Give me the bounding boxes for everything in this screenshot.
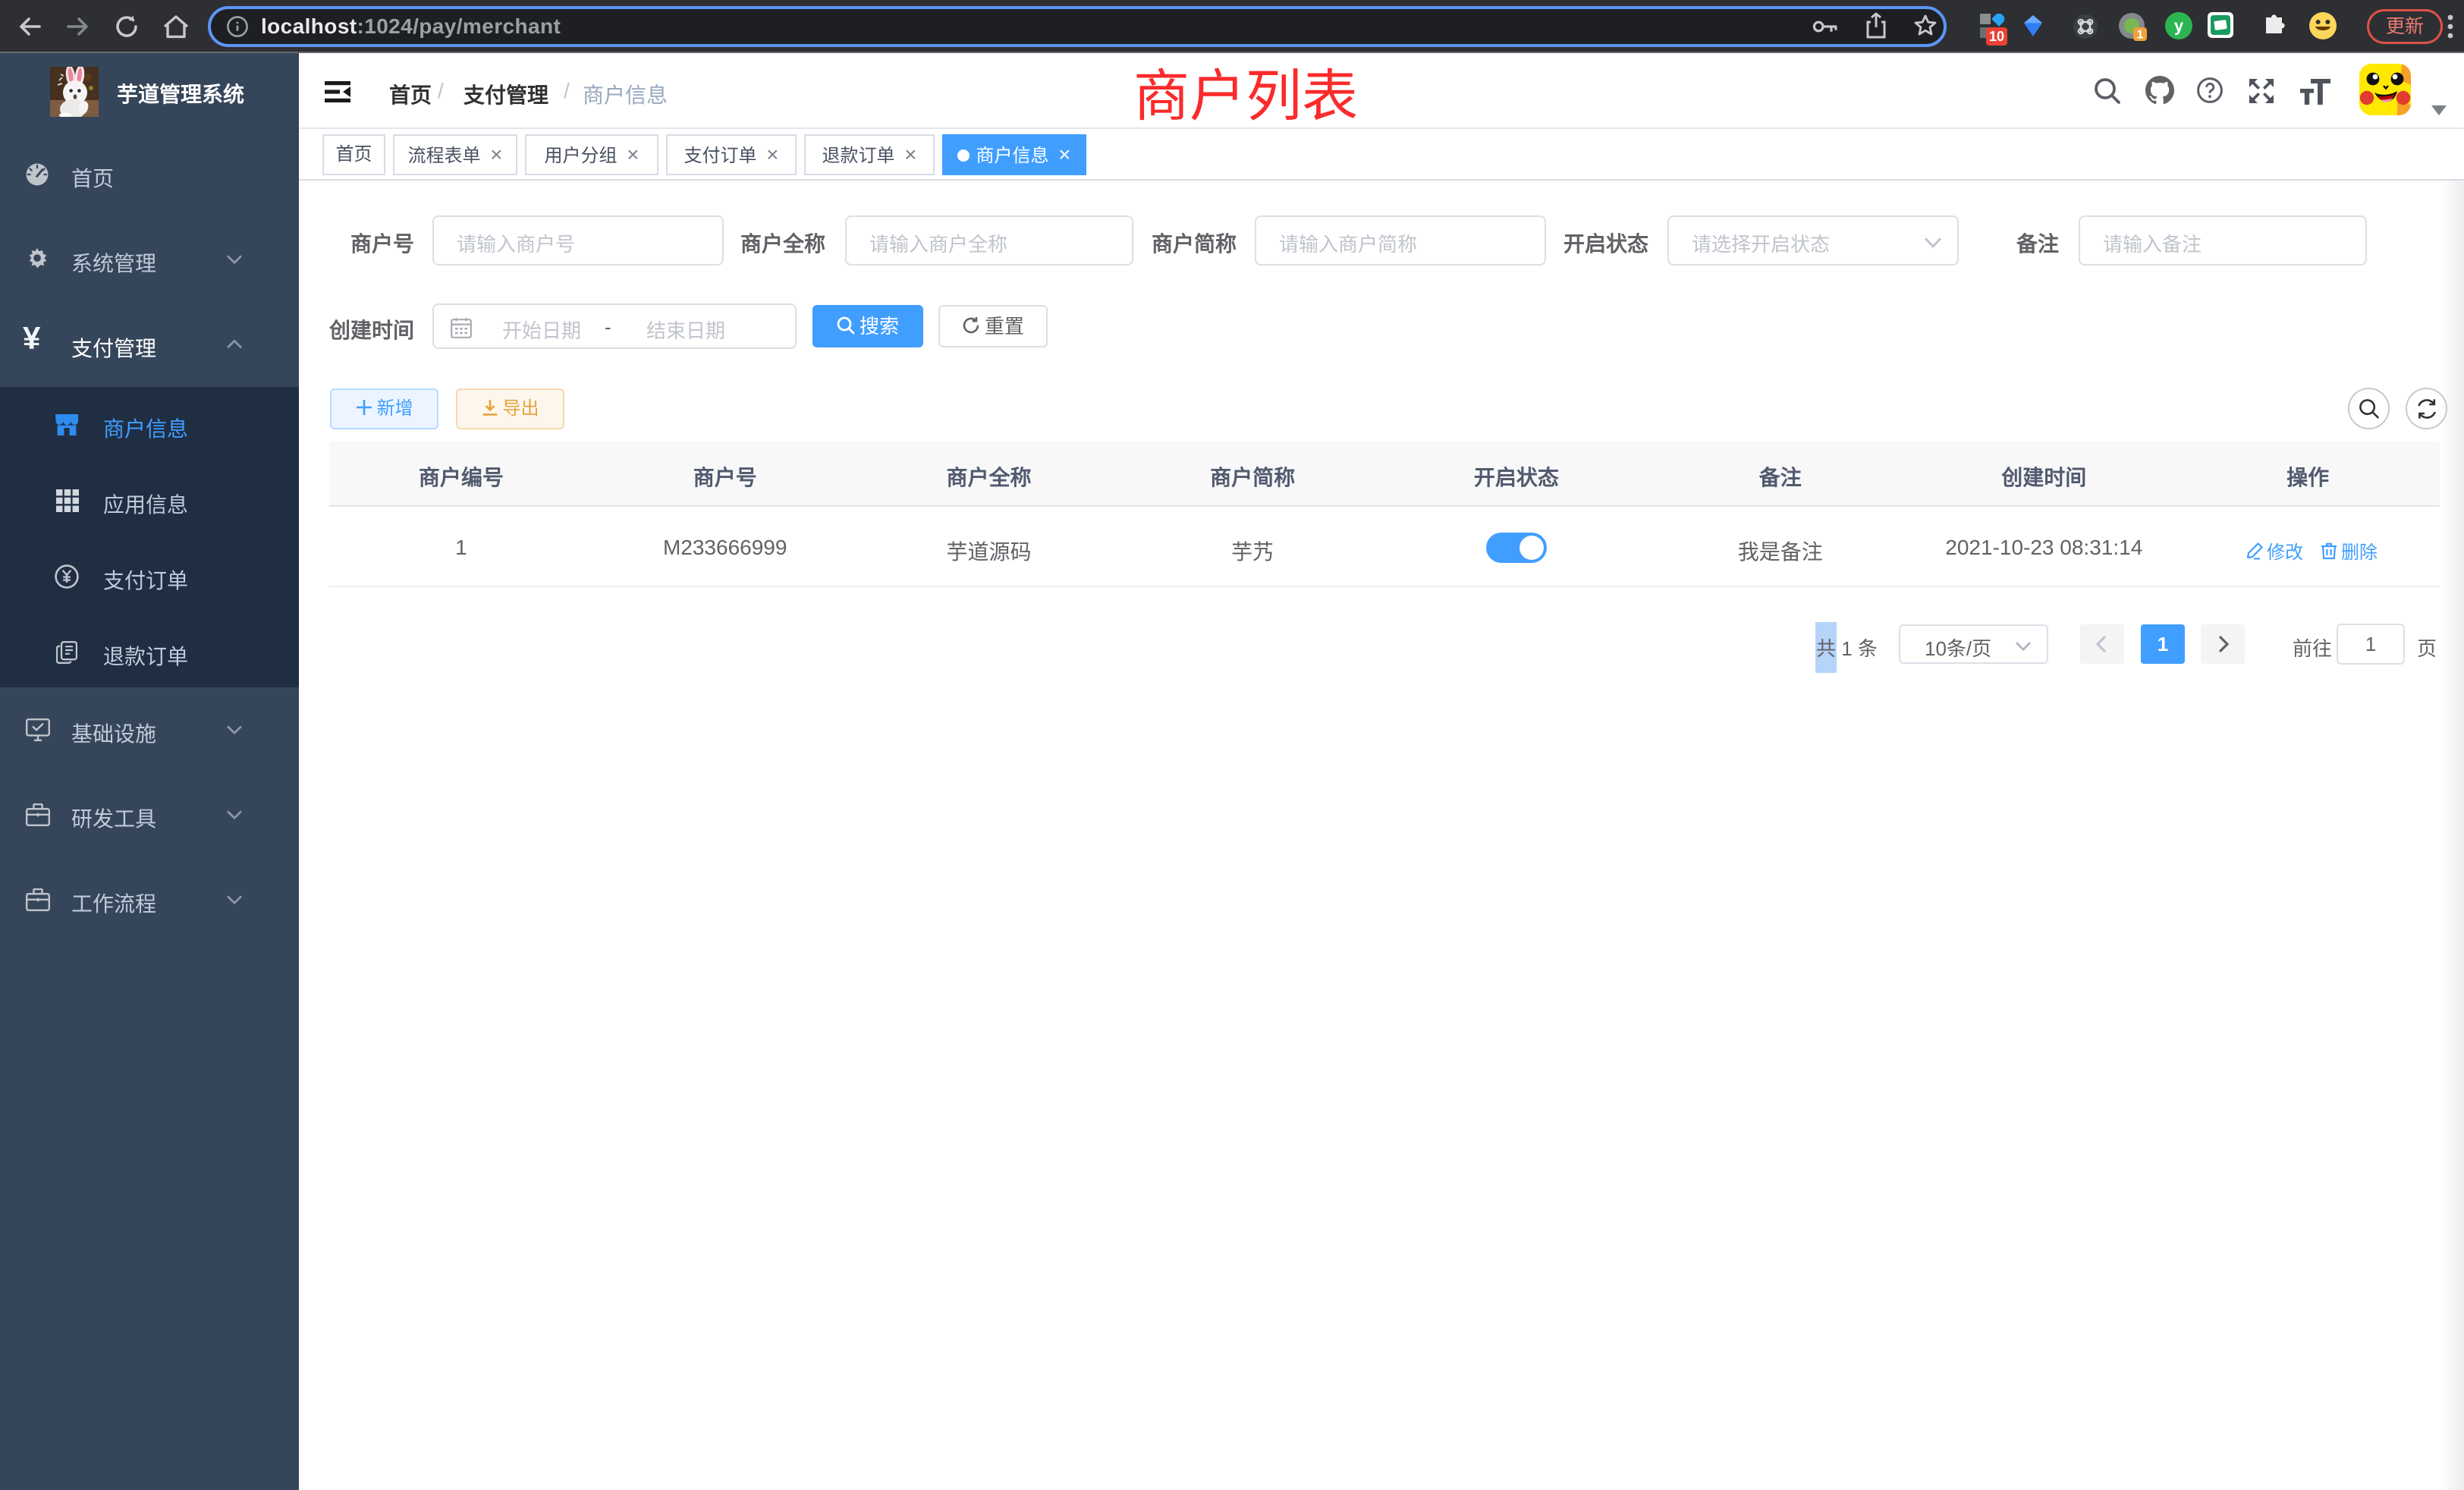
- svg-text:y: y: [2174, 17, 2184, 36]
- svg-text:1: 1: [2137, 28, 2144, 41]
